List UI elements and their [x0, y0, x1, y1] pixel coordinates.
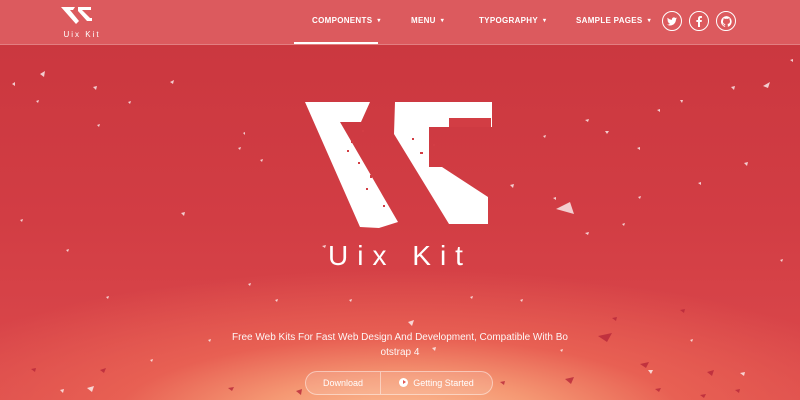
nav-item-label: TYPOGRAPHY	[479, 16, 539, 25]
nav-item-menu[interactable]: MENU ▾	[411, 0, 444, 44]
uix-logo-icon	[61, 7, 92, 24]
uix-logo-icon	[305, 102, 492, 228]
getting-started-button[interactable]: Getting Started	[380, 372, 492, 394]
hero-button-group: Download Getting Started	[305, 371, 493, 395]
nav-item-sample-pages[interactable]: SAMPLE PAGES ▾	[576, 0, 651, 44]
download-button[interactable]: Download	[306, 372, 380, 394]
nav-item-components[interactable]: COMPONENTS ▾	[312, 0, 381, 44]
facebook-link[interactable]	[689, 11, 709, 31]
chevron-down-icon: ▾	[647, 18, 651, 24]
active-nav-indicator	[294, 42, 378, 44]
chevron-down-icon: ▾	[440, 18, 445, 24]
nav-item-label: COMPONENTS	[312, 16, 373, 25]
hero-title: Uix Kit	[328, 240, 472, 271]
nav-item-label: SAMPLE PAGES	[576, 16, 643, 25]
chevron-down-icon: ▾	[377, 18, 381, 24]
facebook-icon	[696, 15, 702, 27]
download-label: Download	[322, 378, 364, 388]
github-icon	[720, 15, 732, 27]
github-link[interactable]	[716, 11, 736, 31]
nav-item-typography[interactable]: TYPOGRAPHY ▾	[479, 0, 546, 44]
hero-section: Uix Kit COMPONENTS ▾ MENU ▾ TYPOGRAPHY ▾ SA…	[0, 0, 800, 400]
getting-started-label: Getting Started	[413, 378, 474, 388]
twitter-icon	[667, 16, 677, 25]
twitter-link[interactable]	[662, 11, 682, 31]
brand-logo[interactable]: Uix Kit	[58, 6, 106, 40]
nav-item-label: MENU	[411, 16, 436, 25]
brand-name: Uix Kit	[63, 30, 101, 39]
chevron-down-icon: ▾	[543, 18, 547, 24]
top-navbar: Uix Kit COMPONENTS ▾ MENU ▾ TYPOGRAPHY ▾ SA…	[0, 0, 800, 45]
play-icon	[399, 378, 409, 387]
hero-subtitle: Free Web Kits For Fast Web Design And De…	[232, 332, 568, 358]
